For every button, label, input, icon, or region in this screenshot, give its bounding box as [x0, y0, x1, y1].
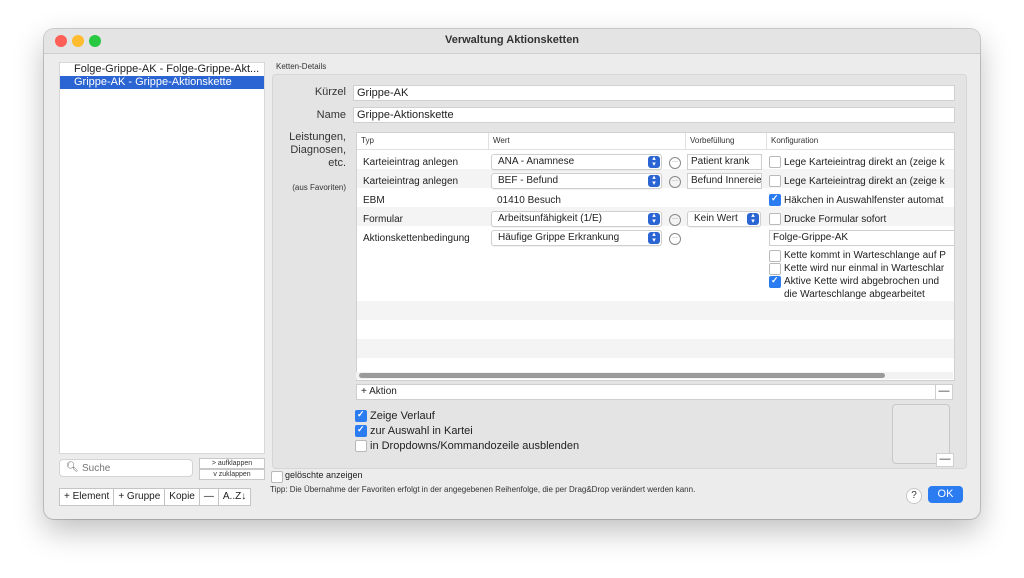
name-label: Name: [316, 109, 346, 121]
title-bar: Verwaltung Aktionsketten: [44, 29, 980, 54]
row-4-wert: Arbeitsunfähigkeit (1/E): [498, 213, 602, 224]
more-options-icon[interactable]: ···: [669, 176, 681, 188]
condition-option-2-checkbox[interactable]: [769, 263, 781, 275]
row-1-config-label: Lege Karteieintrag direkt an (zeige k: [784, 157, 945, 168]
search-input[interactable]: [80, 461, 192, 476]
services-label-3: etc.: [328, 157, 346, 169]
actions-table: Typ Wert Vorbefüllung Konfiguration Kart…: [356, 132, 955, 381]
remove-action-button[interactable]: —: [935, 384, 953, 400]
row-5-wert-popup[interactable]: Häufige Grippe Erkrankung ▴ ▾: [491, 230, 662, 246]
chain-list-item[interactable]: Folge-Grippe-AK - Folge-Grippe-Akt...: [60, 63, 264, 76]
row-3-config-checkbox[interactable]: [769, 193, 781, 206]
main-window: Verwaltung Aktionsketten Folge-Grippe-AK…: [44, 29, 980, 519]
table-horizontal-scrollbar[interactable]: [356, 372, 953, 379]
remove-preview-button[interactable]: —: [936, 453, 954, 467]
help-button[interactable]: ?: [906, 488, 922, 504]
chain-list: Folge-Grippe-AK - Folge-Grippe-Akt... Gr…: [59, 62, 265, 454]
show-history-checkbox[interactable]: [355, 409, 367, 422]
column-header-vorbefuellung[interactable]: Vorbefüllung: [686, 133, 767, 149]
row-2-vorbefuellung[interactable]: Befund Innereie: [687, 173, 762, 189]
row-3-typ: EBM: [363, 195, 385, 206]
row-1-vorbefuellung[interactable]: Patient krank: [687, 154, 762, 170]
column-header-konfiguration[interactable]: Konfiguration: [767, 133, 954, 149]
show-deleted-label: gelöschte anzeigen: [285, 470, 363, 480]
row-2-typ: Karteieintrag anlegen: [363, 176, 459, 187]
scrollbar-thumb[interactable]: [359, 373, 885, 378]
expand-button[interactable]: > aufklappen: [199, 458, 265, 469]
popup-arrows-icon: ▴ ▾: [648, 231, 660, 244]
select-in-chart-checkbox[interactable]: [355, 424, 367, 437]
popup-arrows-icon: ▴ ▾: [648, 174, 660, 187]
row-2-config-label: Lege Karteieintrag direkt an (zeige k: [784, 176, 945, 187]
add-group-button[interactable]: + Gruppe: [114, 489, 166, 505]
remove-button[interactable]: —: [200, 489, 219, 505]
row-1-config-checkbox[interactable]: [769, 156, 781, 168]
sort-button[interactable]: A..Z↓: [219, 489, 250, 505]
row-5-wert: Häufige Grippe Erkrankung: [498, 232, 620, 243]
row-4-config-checkbox[interactable]: [769, 213, 781, 225]
more-options-icon[interactable]: ···: [669, 214, 681, 226]
row-1-wert: ANA - Anamnese: [498, 156, 575, 167]
column-header-typ[interactable]: Typ: [357, 133, 489, 149]
search-icon: 🔍︎: [66, 462, 79, 473]
chain-list-item-selected[interactable]: Grippe-AK - Grippe-Aktionskette: [60, 76, 264, 89]
kuerzel-label: Kürzel: [314, 86, 346, 98]
more-options-icon[interactable]: ···: [669, 233, 681, 245]
hide-in-dropdowns-label: in Dropdowns/Kommandozeile ausblenden: [370, 440, 580, 452]
window-title: Verwaltung Aktionsketten: [444, 34, 580, 46]
condition-option-2-label: Kette wird nur einmal in Warteschlar: [784, 263, 945, 274]
show-deleted-checkbox[interactable]: [271, 471, 283, 483]
row-4-typ: Formular: [363, 214, 404, 225]
popup-arrows-icon: ▴ ▾: [648, 212, 660, 225]
row-4-config-label: Drucke Formular sofort: [784, 214, 887, 225]
show-history-label: Zeige Verlauf: [370, 410, 435, 422]
condition-option-3-checkbox[interactable]: [769, 275, 781, 288]
collapse-button[interactable]: v zuklappen: [199, 469, 265, 480]
name-field[interactable]: Grippe-Aktionskette: [353, 107, 955, 123]
row-4-wert-popup[interactable]: Arbeitsunfähigkeit (1/E) ▴ ▾: [491, 211, 662, 227]
popup-arrows-icon: ▴ ▾: [648, 155, 660, 168]
row-4-vorbefuellung: Kein Wert: [694, 213, 738, 224]
services-label-2: Diagnosen,: [290, 144, 346, 156]
list-button-bar: + Element + Gruppe Kopie — A..Z↓: [59, 488, 252, 506]
add-action-button[interactable]: + Aktion: [356, 384, 938, 400]
row-5-typ: Aktionskettenbedingung: [363, 233, 470, 244]
row-2-config-checkbox[interactable]: [769, 175, 781, 187]
row-4-vorbefuellung-popup[interactable]: Kein Wert ▴ ▾: [687, 211, 761, 227]
copy-button[interactable]: Kopie: [165, 489, 200, 505]
ok-button[interactable]: OK: [928, 486, 963, 503]
row-1-wert-popup[interactable]: ANA - Anamnese ▴ ▾: [491, 154, 662, 170]
condition-option-1-label: Kette kommt in Warteschlange auf P: [784, 250, 946, 261]
row-2-wert: BEF - Befund: [498, 175, 559, 186]
condition-option-3-label: Aktive Kette wird abgebrochen und: [784, 276, 940, 287]
tip-text: Tipp: Die Übernahme der Favoriten erfolg…: [270, 485, 696, 494]
kuerzel-field[interactable]: Grippe-AK: [353, 85, 955, 101]
add-element-button[interactable]: + Element: [60, 489, 115, 505]
condition-option-3-label-cont: die Warteschlange abgearbeitet: [784, 289, 925, 300]
hide-in-dropdowns-checkbox[interactable]: [355, 440, 367, 452]
services-label-1: Leistungen,: [289, 131, 346, 143]
group-title: Ketten-Details: [276, 62, 327, 71]
more-options-icon[interactable]: ···: [669, 157, 681, 169]
row-2-wert-popup[interactable]: BEF - Befund ▴ ▾: [491, 173, 662, 189]
favorites-note: (aus Favoriten): [292, 183, 346, 192]
search-field[interactable]: 🔍︎: [59, 459, 193, 477]
condition-option-1-checkbox[interactable]: [769, 250, 781, 262]
row-3-config-label: Häkchen in Auswahlfenster automat: [784, 195, 944, 206]
row-5-config-chain-field[interactable]: Folge-Grippe-AK: [769, 230, 954, 246]
row-1-typ: Karteieintrag anlegen: [363, 157, 459, 168]
column-header-wert[interactable]: Wert: [489, 133, 686, 149]
popup-arrows-icon: ▴ ▾: [747, 212, 759, 225]
row-3-wert: 01410 Besuch: [497, 195, 561, 206]
select-in-chart-label: zur Auswahl in Kartei: [370, 425, 473, 437]
